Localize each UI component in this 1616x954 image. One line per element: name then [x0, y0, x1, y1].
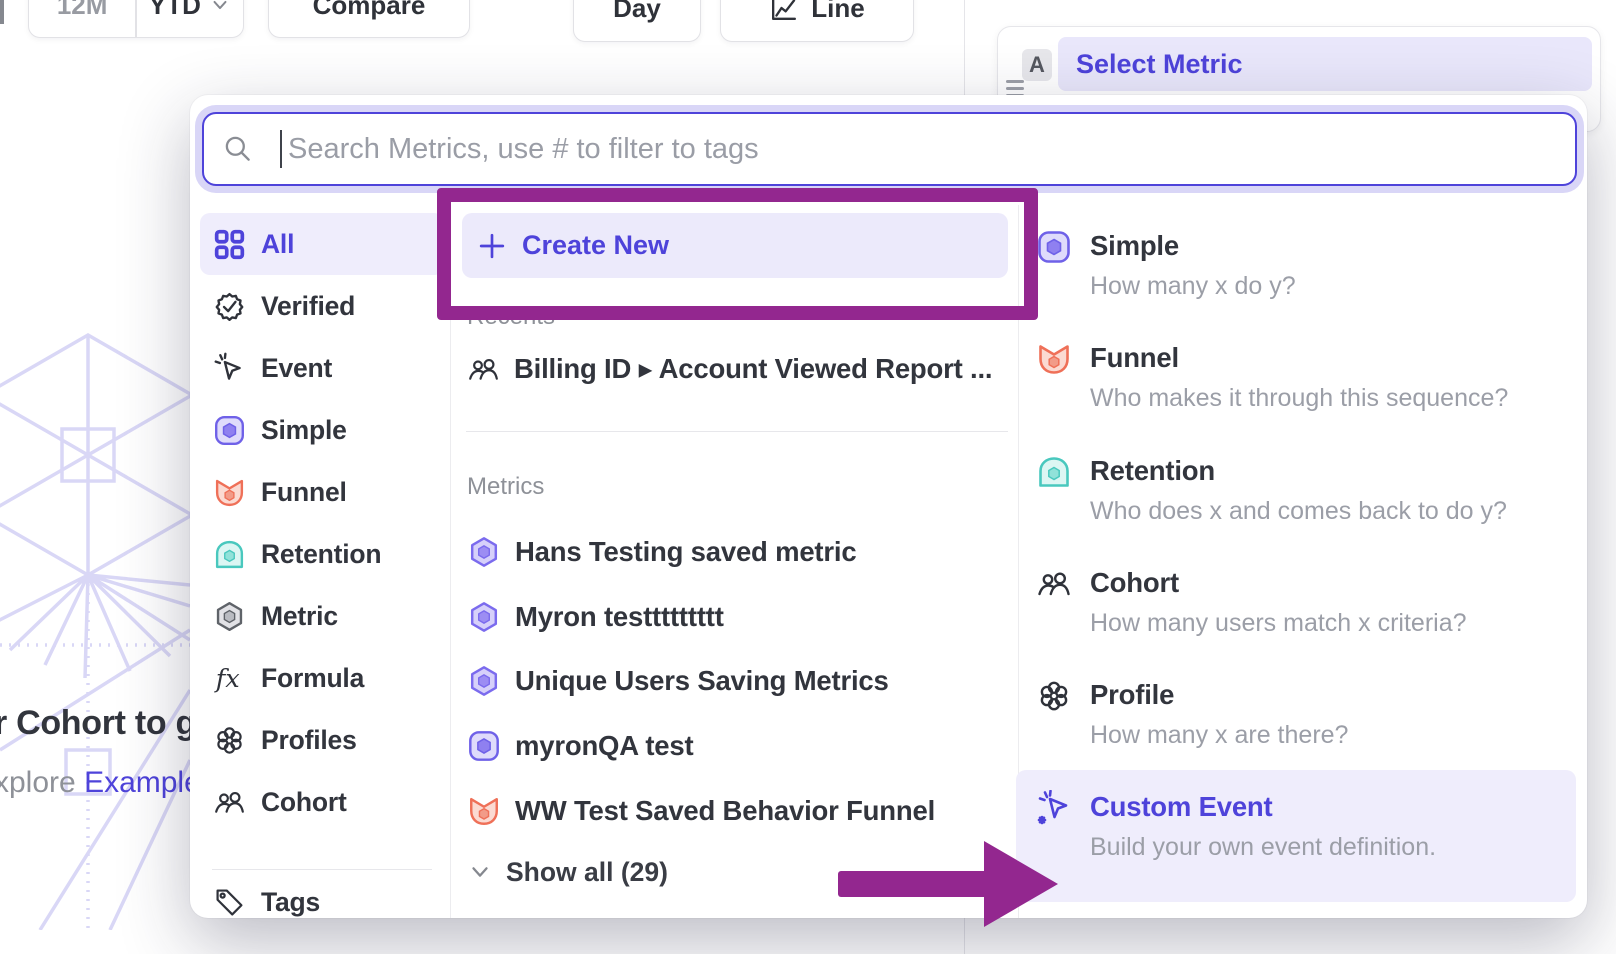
sidebar-divider [212, 869, 432, 870]
metric-hex-icon [467, 664, 501, 698]
annotation-arrow [838, 871, 988, 897]
app-screen: r Cohort to ge xplore Example Bo 12M YTD… [0, 0, 1616, 954]
granularity-day-button[interactable]: Day [573, 0, 701, 42]
range-ytd-button[interactable]: YTD [137, 0, 243, 37]
series-a-badge[interactable]: A [1022, 49, 1052, 81]
metric-hex-icon [467, 535, 501, 569]
metric-type-custom-event[interactable]: Custom Event Build your own event defini… [1016, 770, 1576, 902]
category-all[interactable]: All [200, 213, 444, 275]
metric-type-list: Simple How many x do y? Funnel Who makes… [1024, 209, 1576, 902]
chevron-down-icon [467, 859, 493, 885]
funnel-icon [213, 476, 246, 509]
saved-metric-hans-testing-saved-metric[interactable]: Hans Testing saved metric [467, 520, 1007, 585]
metric-icon [213, 600, 246, 633]
event-icon [213, 352, 246, 385]
section-divider [466, 431, 1008, 432]
metric-type-retention[interactable]: Retention Who does x and comes back to d… [1024, 434, 1576, 546]
saved-metric-ww-test-saved-behavior-funnel[interactable]: WW Test Saved Behavior Funnel [467, 778, 1007, 843]
search-icon [222, 133, 254, 165]
saved-metrics-list: Hans Testing saved metric Myron testtttt… [467, 520, 1007, 843]
category-formula[interactable]: Formula [200, 647, 444, 709]
simple-icon [1036, 229, 1072, 265]
funnel-icon [467, 794, 501, 828]
metric-type-profile[interactable]: Profile How many x are there? [1024, 658, 1576, 770]
range-12m-button[interactable]: 12M [29, 0, 135, 37]
clipped-control-fragment [0, 0, 4, 24]
profiles-icon [213, 724, 246, 757]
custom-event-icon [1036, 790, 1072, 826]
metric-type-cohort[interactable]: Cohort How many users match x criteria? [1024, 546, 1576, 658]
retention-icon [213, 538, 246, 571]
formula-icon [213, 662, 246, 695]
metrics-section-label: Metrics [467, 473, 544, 501]
annotation-highlight-box [437, 188, 1038, 320]
chart-type-line-button[interactable]: Line [720, 0, 914, 42]
recent-item[interactable]: Billing ID ▸ Account Viewed Report ... [467, 340, 992, 398]
search-box[interactable] [202, 112, 1577, 186]
simple-icon [467, 729, 501, 763]
metric-type-simple[interactable]: Simple How many x do y? [1024, 209, 1576, 321]
category-simple[interactable]: Simple [200, 399, 444, 461]
saved-metric-unique-users-saving-metrics[interactable]: Unique Users Saving Metrics [467, 649, 1007, 714]
saved-metric-myronqa-test[interactable]: myronQA test [467, 714, 1007, 779]
cohort-icon [467, 353, 500, 386]
category-list: All Verified Event Simple Funnel Retenti… [200, 213, 444, 918]
empty-state-illustration [0, 330, 190, 930]
category-verified[interactable]: Verified [200, 275, 444, 337]
compare-button[interactable]: Compare [268, 0, 470, 38]
category-cohort[interactable]: Cohort [200, 771, 444, 833]
category-metric[interactable]: Metric [200, 585, 444, 647]
grid-icon [213, 228, 246, 261]
metric-hex-icon [467, 600, 501, 634]
text-caret [280, 130, 282, 168]
cohort-icon [213, 786, 246, 819]
annotation-arrow-head [984, 841, 1058, 927]
line-chart-icon [769, 0, 799, 23]
category-tags[interactable]: Tags [200, 871, 444, 918]
simple-icon [213, 414, 246, 447]
metric-type-funnel[interactable]: Funnel Who makes it through this sequenc… [1024, 321, 1576, 433]
saved-metric-myron-testtttttttt[interactable]: Myron testtttttttt [467, 585, 1007, 650]
cohort-icon [1036, 566, 1072, 602]
search-input[interactable] [286, 132, 1575, 167]
explore-prefix: xplore [0, 766, 76, 799]
show-all-toggle[interactable]: Show all (29) [467, 847, 668, 897]
date-range-segmented-control: 12M YTD [28, 0, 244, 38]
category-funnel[interactable]: Funnel [200, 461, 444, 523]
select-metric-pill[interactable]: Select Metric [1058, 37, 1592, 91]
retention-icon [1036, 454, 1072, 490]
verified-icon [213, 290, 246, 323]
funnel-icon [1036, 341, 1072, 377]
category-profiles[interactable]: Profiles [200, 709, 444, 771]
category-event[interactable]: Event [200, 337, 444, 399]
category-retention[interactable]: Retention [200, 523, 444, 585]
chevron-down-icon [209, 0, 231, 16]
profiles-icon [1036, 678, 1072, 714]
tag-icon [213, 886, 246, 919]
empty-state-headline: r Cohort to ge [0, 704, 215, 743]
